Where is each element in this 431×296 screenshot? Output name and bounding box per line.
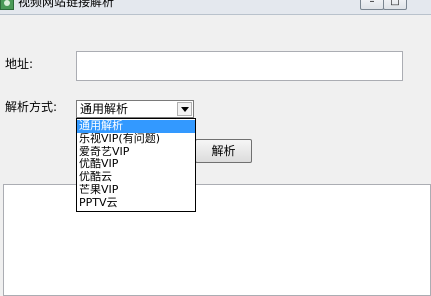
app-icon — [0, 0, 14, 10]
output-textarea[interactable] — [3, 184, 431, 296]
maximize-button[interactable]: □ — [383, 0, 407, 10]
method-label: 解析方式: — [5, 100, 58, 114]
dropdown-option-pptv-cloud[interactable]: PPTV云 — [77, 197, 195, 210]
window-title: 视频网站链接解析 — [18, 0, 115, 9]
dropdown-option-youku-cloud[interactable]: 优酷云 — [77, 171, 195, 184]
method-select[interactable]: 通用解析 — [76, 100, 194, 118]
dropdown-option-generic[interactable]: 通用解析 — [77, 120, 195, 133]
method-dropdown-list: 通用解析 乐视VIP(有问题) 爱奇艺VIP 优酷VIP 优酷云 芒果VIP P… — [76, 118, 196, 212]
chevron-down-icon[interactable] — [177, 102, 192, 116]
minimize-button[interactable]: – — [360, 0, 384, 10]
dropdown-option-mango-vip[interactable]: 芒果VIP — [77, 184, 195, 197]
dropdown-option-iqiyi-vip[interactable]: 爱奇艺VIP — [77, 146, 195, 159]
address-input[interactable] — [76, 51, 403, 81]
address-label: 地址: — [5, 57, 34, 71]
title-bar: 视频网站链接解析 – □ — [0, 0, 431, 15]
method-select-value: 通用解析 — [80, 102, 129, 116]
dropdown-option-youku-vip[interactable]: 优酷VIP — [77, 158, 195, 171]
dropdown-option-letv-vip[interactable]: 乐视VIP(有问题) — [77, 133, 195, 146]
parse-button[interactable]: 解析 — [195, 139, 252, 163]
